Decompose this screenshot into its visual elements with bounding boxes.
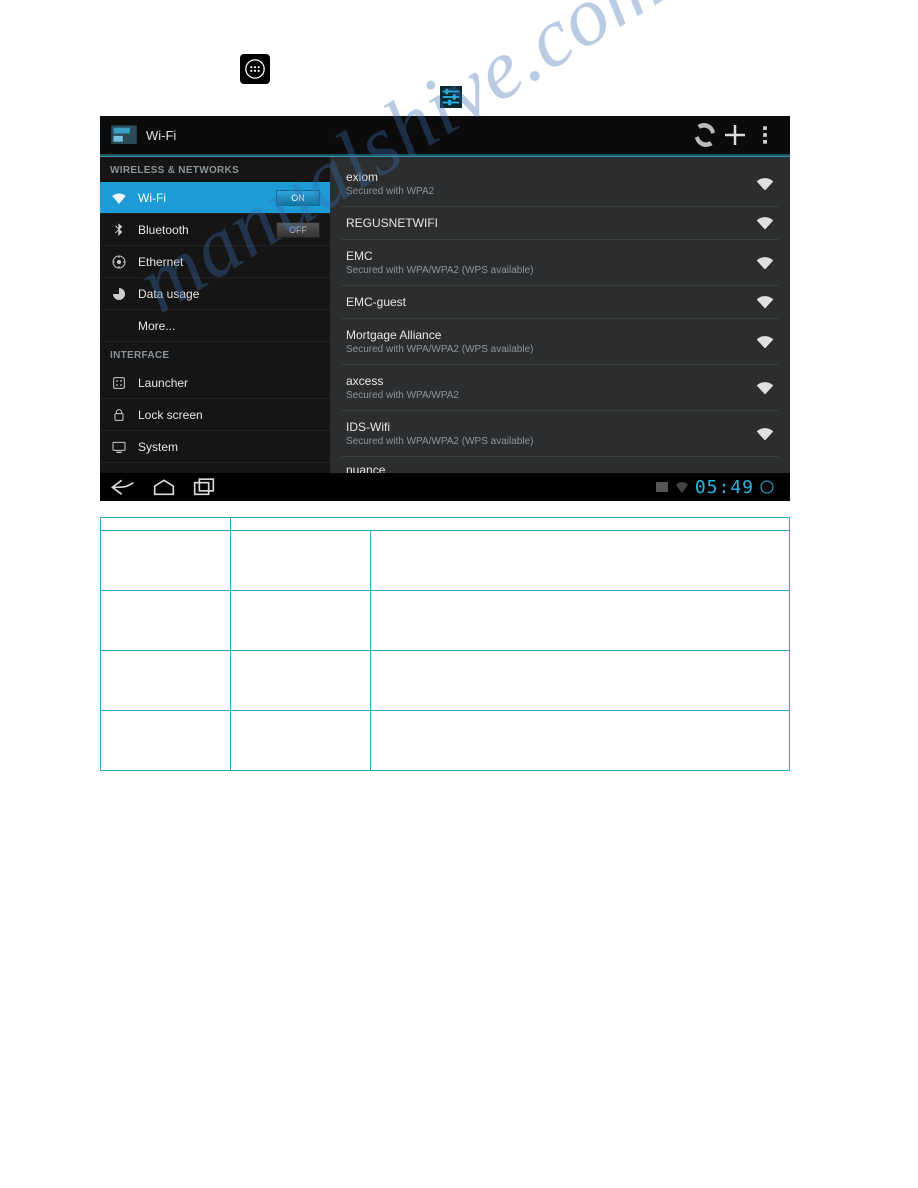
network-name: REGUSNETWIFI (346, 216, 756, 230)
wifi-status-icon (675, 480, 689, 494)
page-title: Wi-Fi (146, 128, 690, 143)
wifi-network-row[interactable]: nuance (342, 457, 778, 473)
wifi-signal-icon (756, 427, 774, 441)
wifi-signal-icon (756, 295, 774, 309)
section-interface: INTERFACE (100, 342, 330, 367)
section-wireless: WIRELESS & NETWORKS (100, 157, 330, 182)
sidebar-item-wifi[interactable]: Wi-Fi ON (100, 182, 330, 214)
wifi-icon (110, 189, 128, 207)
bluetooth-toggle[interactable]: OFF (276, 222, 320, 238)
settings-sliders-icon (440, 86, 462, 108)
wifi-network-row[interactable]: REGUSNETWIFI (342, 207, 778, 240)
sidebar-label: Launcher (138, 376, 320, 390)
sidebar-item-launcher[interactable]: Launcher (100, 367, 330, 399)
sidebar-label: More... (138, 319, 320, 333)
sidebar-label: System (138, 440, 320, 454)
sidebar-item-system[interactable]: System (100, 431, 330, 463)
bluetooth-icon (110, 221, 128, 239)
launcher-icon (110, 374, 128, 392)
apps-launcher-icon (240, 54, 270, 84)
sidebar-label: Bluetooth (138, 223, 276, 237)
wps-icon[interactable] (690, 120, 720, 150)
wifi-network-row[interactable]: EMC-guest (342, 286, 778, 319)
wifi-network-row[interactable]: Mortgage Alliance Secured with WPA/WPA2 (… (342, 319, 778, 365)
network-security: Secured with WPA/WPA2 (WPS available) (346, 265, 756, 276)
settings-description-table (100, 517, 790, 771)
add-network-icon[interactable] (720, 120, 750, 150)
network-name: axcess (346, 374, 756, 388)
network-name: nuance (346, 463, 774, 474)
network-security: Secured with WPA2 (346, 186, 756, 197)
wifi-signal-icon (756, 335, 774, 349)
wifi-signal-icon (756, 216, 774, 230)
back-button[interactable] (110, 477, 138, 497)
sidebar-label: Lock screen (138, 408, 320, 422)
wifi-signal-icon (756, 177, 774, 191)
sidebar-item-ethernet[interactable]: Ethernet (100, 246, 330, 278)
wifi-signal-icon (756, 256, 774, 270)
settings-app-icon (110, 123, 138, 147)
sidebar-label: Data usage (138, 287, 320, 301)
network-name: EMC (346, 249, 756, 263)
status-badge-icon (760, 480, 774, 494)
sidebar-item-lock-screen[interactable]: Lock screen (100, 399, 330, 431)
lock-icon (110, 406, 128, 424)
action-bar: Wi-Fi (100, 116, 790, 156)
wifi-network-list: exiom Secured with WPA2 REGUSNETWIFI EMC S… (330, 157, 790, 473)
wifi-network-row[interactable]: IDS-Wifi Secured with WPA/WPA2 (WPS avail… (342, 411, 778, 457)
sd-card-icon (655, 480, 669, 494)
sidebar-item-more[interactable]: More... (100, 310, 330, 342)
wifi-signal-icon (756, 381, 774, 395)
network-security: Secured with WPA/WPA2 (346, 390, 756, 401)
network-name: EMC-guest (346, 295, 756, 309)
network-name: Mortgage Alliance (346, 328, 756, 342)
system-icon (110, 438, 128, 456)
network-name: IDS-Wifi (346, 420, 756, 434)
recent-apps-button[interactable] (190, 477, 218, 497)
network-security: Secured with WPA/WPA2 (WPS available) (346, 436, 756, 447)
sidebar-item-data-usage[interactable]: Data usage (100, 278, 330, 310)
network-name: exiom (346, 170, 756, 184)
network-security: Secured with WPA/WPA2 (WPS available) (346, 344, 756, 355)
data-usage-icon (110, 285, 128, 303)
settings-screenshot: Wi-Fi WIRELESS & NETWORKS Wi-Fi ON Bluet… (100, 116, 790, 501)
sidebar-label: Ethernet (138, 255, 320, 269)
sidebar-label: Wi-Fi (138, 191, 276, 205)
status-clock: 05:49 (695, 477, 754, 498)
wifi-network-row[interactable]: axcess Secured with WPA/WPA2 (342, 365, 778, 411)
sidebar-item-bluetooth[interactable]: Bluetooth OFF (100, 214, 330, 246)
system-nav-bar: 05:49 (100, 473, 790, 501)
wifi-network-row[interactable]: EMC Secured with WPA/WPA2 (WPS available) (342, 240, 778, 286)
wifi-toggle[interactable]: ON (276, 190, 320, 206)
home-button[interactable] (150, 477, 178, 497)
overflow-menu-icon[interactable] (750, 120, 780, 150)
settings-sidebar: WIRELESS & NETWORKS Wi-Fi ON Bluetooth O… (100, 157, 330, 473)
wifi-network-row[interactable]: exiom Secured with WPA2 (342, 161, 778, 207)
ethernet-icon (110, 253, 128, 271)
